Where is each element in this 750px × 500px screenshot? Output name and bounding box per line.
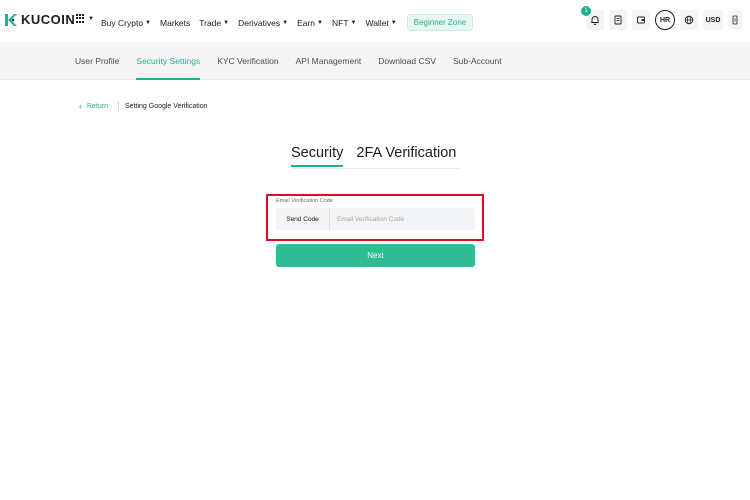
nav-item-wallet[interactable]: Wallet ▼	[365, 18, 396, 28]
chevron-down-icon: ▼	[282, 19, 289, 26]
account-subnav: User Profile Security Settings KYC Verif…	[0, 42, 750, 80]
tab-download-csv[interactable]: Download CSV	[378, 42, 436, 80]
nav-item-label: Trade	[199, 17, 222, 28]
chevron-down-icon: ▼	[223, 19, 230, 26]
back-chevron-icon: ‹	[79, 100, 82, 111]
nav-item-label: Derivatives	[238, 17, 281, 28]
notifications-button[interactable]: 1	[581, 6, 604, 30]
top-navigation: KUCOIN ▼ Buy Crypto ▼ Markets Trade ▼ De…	[0, 0, 750, 42]
download-icon	[732, 15, 738, 25]
wallet-icon	[637, 16, 645, 24]
main-nav: Buy Crypto ▼ Markets Trade ▼ Derivatives…	[101, 14, 474, 31]
document-icon	[614, 15, 622, 25]
nav-item-derivatives[interactable]: Derivatives ▼	[238, 18, 288, 28]
tab-kyc-verification[interactable]: KYC Verification	[217, 42, 278, 80]
breadcrumb-divider	[118, 101, 120, 111]
send-code-button[interactable]: Send Code	[276, 208, 330, 230]
nav-item-earn[interactable]: Earn ▼	[297, 18, 323, 28]
breadcrumb: ‹ Return Setting Google Verification	[79, 101, 208, 111]
chevron-down-icon: ▼	[317, 19, 323, 26]
bell-icon	[591, 16, 599, 25]
return-label: Return	[87, 102, 109, 110]
globe-icon	[684, 15, 694, 25]
email-code-label: Email Verification Code	[276, 198, 333, 204]
chevron-down-icon: ▼	[145, 19, 151, 26]
language-button[interactable]	[680, 10, 698, 30]
page-title-security: Security	[291, 145, 344, 167]
nav-item-label: Earn	[297, 17, 316, 28]
tab-user-profile[interactable]: User Profile	[75, 42, 119, 80]
subnav-tabs: User Profile Security Settings KYC Verif…	[75, 42, 502, 80]
chevron-down-icon: ▼	[390, 19, 397, 26]
nav-item-label: NFT	[332, 17, 349, 28]
beginner-zone-button[interactable]: Beginner Zone	[406, 14, 474, 31]
notification-badge: 1	[581, 6, 591, 16]
tab-api-management[interactable]: API Management	[296, 42, 362, 80]
nav-item-buy-crypto[interactable]: Buy Crypto ▼	[101, 18, 151, 28]
apps-menu[interactable]: ▼	[76, 14, 94, 23]
nav-item-nft[interactable]: NFT ▼	[332, 18, 356, 28]
avatar[interactable]: HR	[655, 10, 675, 30]
tab-security-settings[interactable]: Security Settings	[136, 42, 200, 80]
kucoin-logo[interactable]: KUCOIN	[4, 12, 75, 27]
chevron-down-icon: ▼	[350, 19, 357, 26]
next-button[interactable]: Next	[276, 244, 475, 267]
page-title-2fa: 2FA Verification	[356, 145, 457, 161]
email-code-field: Send Code	[276, 208, 475, 230]
nav-item-label: Buy Crypto	[101, 17, 144, 28]
nav-item-trade[interactable]: Trade ▼	[199, 18, 229, 28]
apps-grid-icon	[76, 14, 85, 23]
nav-item-markets[interactable]: Markets	[160, 18, 190, 28]
breadcrumb-current: Setting Google Verification	[125, 102, 208, 110]
title-divider	[291, 168, 461, 169]
return-link[interactable]: ‹ Return	[79, 100, 109, 111]
nav-item-label: Wallet	[365, 17, 389, 28]
tab-sub-account[interactable]: Sub-Account	[453, 42, 502, 80]
email-code-input[interactable]	[330, 208, 475, 230]
assets-button[interactable]	[632, 10, 650, 30]
page-title: Security 2FA Verification	[291, 145, 456, 167]
header-tools: 1 HR USD	[581, 6, 742, 30]
download-app-button[interactable]	[728, 10, 742, 30]
nav-item-label: Markets	[160, 17, 191, 28]
orders-button[interactable]	[609, 10, 627, 30]
kucoin-logo-icon	[5, 13, 17, 26]
chevron-down-icon: ▼	[88, 15, 94, 22]
currency-selector[interactable]: USD	[703, 10, 723, 30]
logo-text: KUCOIN	[21, 12, 76, 27]
